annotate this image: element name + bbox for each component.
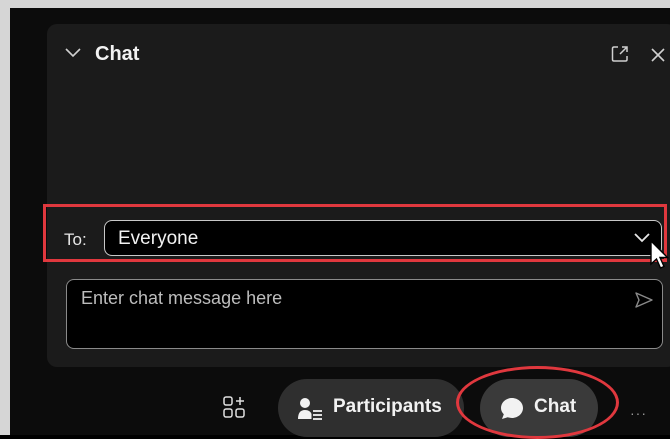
recipient-value: Everyone [118,228,199,249]
top-window-edge [10,0,670,8]
apps-icon[interactable] [223,396,245,418]
chat-button[interactable]: Chat [480,379,598,437]
participants-icon [298,398,322,420]
chevron-down-icon[interactable] [65,46,81,58]
send-icon[interactable] [635,292,653,308]
recipient-select[interactable]: Everyone [104,220,662,256]
popout-icon[interactable] [611,45,629,63]
chat-message-input[interactable] [67,280,615,348]
chat-panel-header: Chat [47,24,670,84]
chat-bubble-icon [501,398,523,419]
left-window-edge [0,0,10,435]
participants-label: Participants [333,396,442,417]
message-box [66,279,663,349]
chat-label: Chat [534,396,577,417]
chat-panel-title: Chat [95,43,140,65]
participants-button[interactable]: Participants [278,379,464,437]
to-label: To: [64,230,87,249]
close-icon[interactable] [650,47,666,63]
more-icon[interactable]: ··· [630,405,647,421]
chevron-down-icon[interactable] [634,233,650,243]
mouse-cursor-icon [650,240,670,269]
meeting-toolbar: Participants Chat ··· [10,366,670,439]
